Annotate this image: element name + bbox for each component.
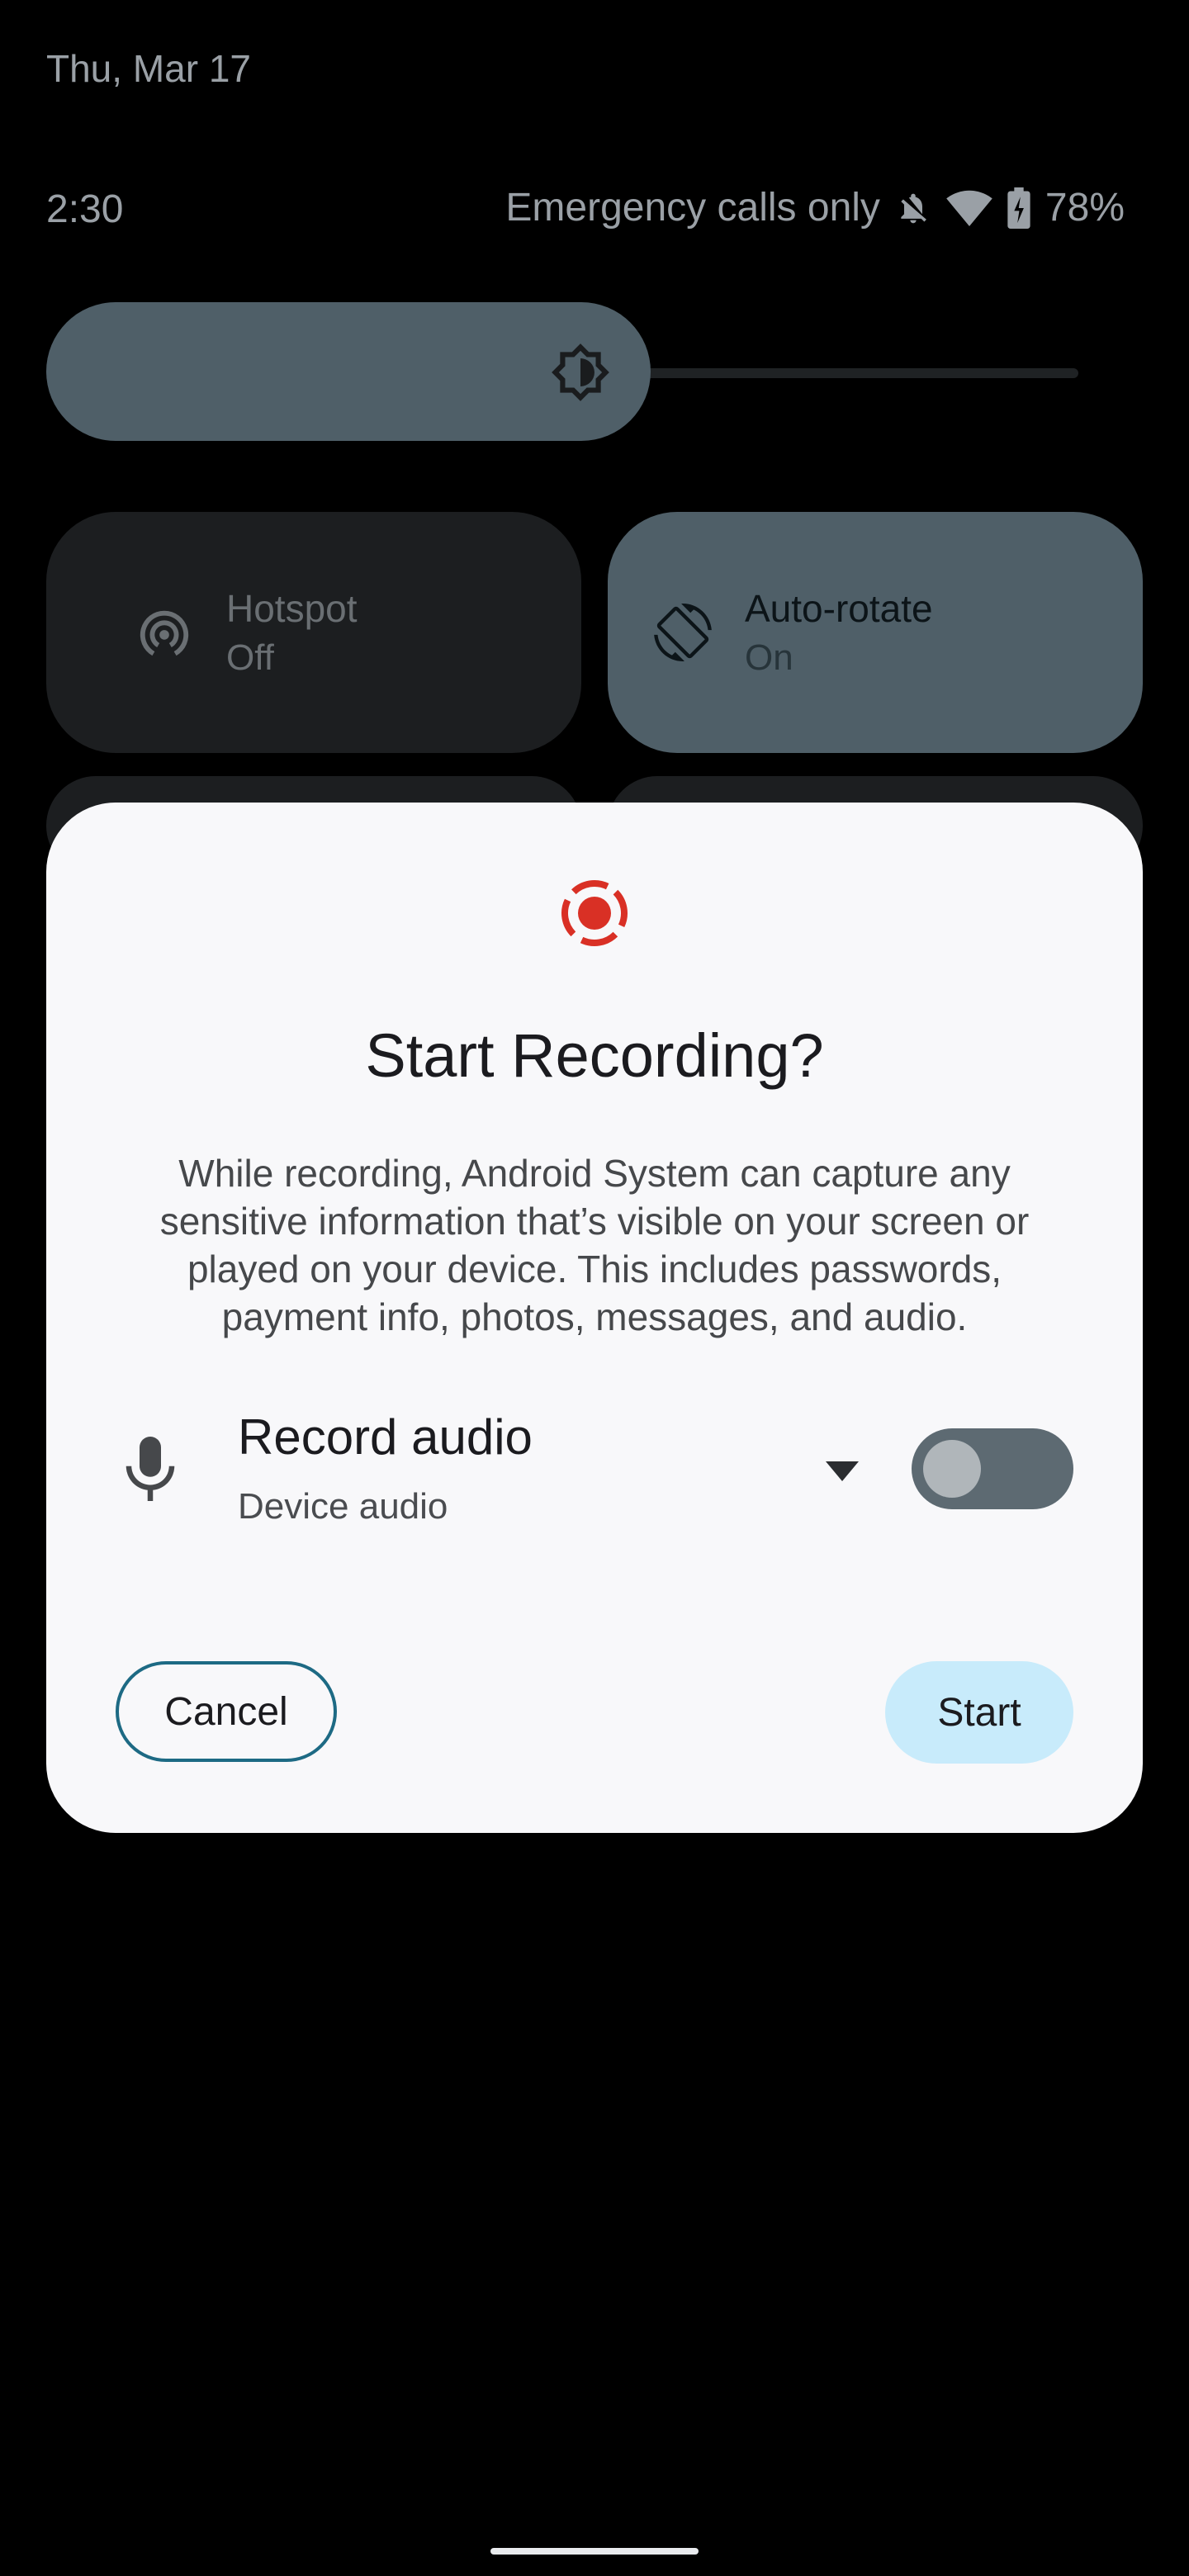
screen-record-icon [561,880,628,946]
toggle-thumb [923,1440,981,1498]
audio-source-select[interactable]: Device audio [238,1486,448,1527]
tile-hotspot-label: Hotspot [226,587,358,630]
network-status: Emergency calls only [505,186,880,230]
tile-auto-rotate-label: Auto-rotate [745,587,933,630]
status-bar-right: Emergency calls only 78% [505,185,1125,230]
dialog-message: While recording, Android System can capt… [159,1152,1030,1338]
brightness-icon [552,343,609,401]
hotspot-icon [140,610,189,656]
record-audio-toggle[interactable] [912,1428,1073,1509]
home-gesture-bar[interactable] [490,2548,699,2555]
date-label: Thu, Mar 17 [46,47,251,90]
battery-charging-icon [1007,187,1030,229]
clock: 2:30 [46,187,124,231]
dropdown-caret-icon[interactable] [826,1461,859,1481]
rotate-icon [654,604,712,661]
tile-hotspot-state: Off [226,637,274,678]
wifi-icon [946,190,992,226]
cancel-button[interactable]: Cancel [116,1661,337,1762]
tile-auto-rotate-state: On [745,637,793,678]
start-button[interactable]: Start [885,1661,1073,1764]
record-audio-label: Record audio [238,1409,533,1465]
tile-auto-rotate[interactable]: Auto-rotate On [608,512,1143,753]
dialog-title: Start Recording? [365,1021,824,1090]
microphone-icon [126,1437,175,1501]
tile-hotspot[interactable]: Hotspot Off [46,512,581,753]
battery-percent: 78% [1045,186,1125,230]
bell-off-icon [901,193,926,223]
